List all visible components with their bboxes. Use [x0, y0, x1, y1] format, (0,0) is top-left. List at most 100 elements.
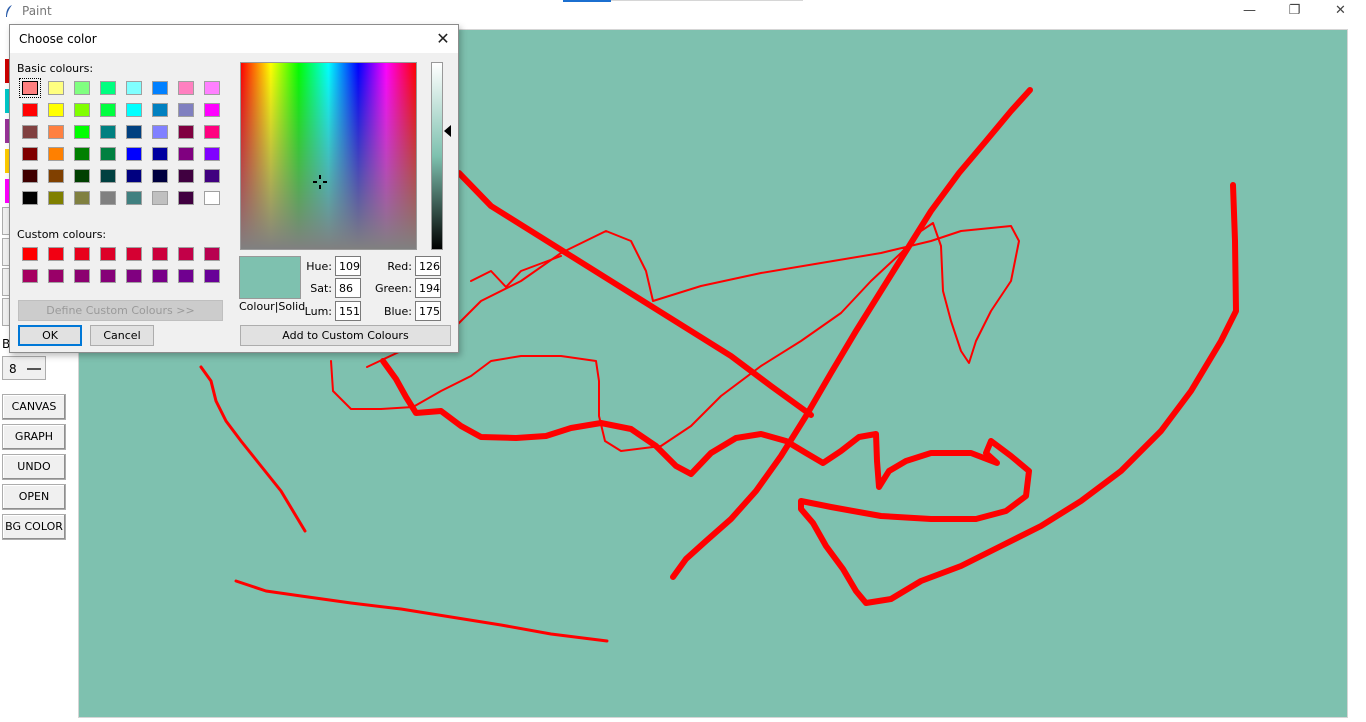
- basic-color-swatch[interactable]: [178, 125, 194, 139]
- basic-color-swatch[interactable]: [22, 125, 38, 139]
- basic-color-swatch[interactable]: [178, 147, 194, 161]
- minimize-icon[interactable]: —: [1227, 0, 1272, 24]
- blue-field[interactable]: 175: [415, 301, 441, 321]
- brush-size-spinner[interactable]: 8: [2, 356, 46, 380]
- basic-color-swatch[interactable]: [100, 103, 116, 117]
- stroke: [456, 170, 814, 418]
- basic-color-swatch[interactable]: [48, 125, 64, 139]
- canvas-button[interactable]: CANVAS: [2, 394, 66, 420]
- basic-color-swatch[interactable]: [48, 103, 64, 117]
- lum-field[interactable]: 151: [335, 301, 361, 321]
- ok-button[interactable]: OK: [18, 325, 82, 346]
- basic-color-swatch[interactable]: [100, 125, 116, 139]
- custom-color-swatch[interactable]: [178, 247, 194, 261]
- basic-color-swatch[interactable]: [22, 103, 38, 117]
- open-button[interactable]: OPEN: [2, 484, 66, 510]
- basic-color-swatch[interactable]: [48, 191, 64, 205]
- custom-color-swatch[interactable]: [178, 269, 194, 283]
- basic-color-swatch[interactable]: [126, 169, 142, 183]
- cancel-button[interactable]: Cancel: [90, 325, 154, 346]
- basic-color-swatch[interactable]: [48, 81, 64, 95]
- hue-field[interactable]: 109: [335, 256, 361, 276]
- basic-color-swatch[interactable]: [204, 169, 220, 183]
- custom-color-swatch[interactable]: [152, 247, 168, 261]
- custom-color-swatch[interactable]: [100, 247, 116, 261]
- basic-color-swatch[interactable]: [100, 147, 116, 161]
- basic-color-swatch[interactable]: [74, 147, 90, 161]
- graph-button[interactable]: GRAPH: [2, 424, 66, 450]
- custom-color-swatch[interactable]: [48, 247, 64, 261]
- basic-color-swatch[interactable]: [48, 169, 64, 183]
- basic-color-swatch[interactable]: [126, 125, 142, 139]
- basic-color-swatch[interactable]: [152, 81, 168, 95]
- basic-color-swatch[interactable]: [178, 103, 194, 117]
- window-title: Paint: [22, 4, 52, 18]
- basic-color-swatch[interactable]: [126, 191, 142, 205]
- basic-color-swatch[interactable]: [22, 169, 38, 183]
- custom-color-swatch[interactable]: [48, 269, 64, 283]
- define-custom-colours-button[interactable]: Define Custom Colours >>: [18, 300, 223, 321]
- basic-color-swatch[interactable]: [178, 169, 194, 183]
- basic-color-swatch[interactable]: [204, 191, 220, 205]
- basic-color-swatch[interactable]: [178, 81, 194, 95]
- luminosity-bar[interactable]: [431, 62, 443, 250]
- basic-color-swatch[interactable]: [152, 169, 168, 183]
- close-icon[interactable]: ✕: [428, 25, 458, 53]
- basic-color-swatch[interactable]: [74, 191, 90, 205]
- color-preview: [239, 256, 301, 299]
- custom-color-swatch[interactable]: [126, 269, 142, 283]
- stroke: [199, 365, 307, 533]
- basic-color-swatch[interactable]: [48, 147, 64, 161]
- basic-color-swatch[interactable]: [74, 103, 90, 117]
- red-field[interactable]: 126: [415, 256, 441, 276]
- custom-color-swatch[interactable]: [22, 247, 38, 261]
- basic-color-swatch[interactable]: [204, 147, 220, 161]
- blue-label: Blue:: [383, 305, 412, 318]
- lum-label: Lum:: [304, 305, 332, 318]
- restore-icon[interactable]: ❐: [1272, 0, 1317, 24]
- basic-color-swatch[interactable]: [74, 169, 90, 183]
- custom-color-swatch[interactable]: [74, 269, 90, 283]
- basic-color-swatch[interactable]: [19, 78, 41, 98]
- green-label: Green:: [374, 282, 412, 295]
- color-spectrum[interactable]: [240, 62, 417, 250]
- custom-color-swatch[interactable]: [126, 247, 142, 261]
- custom-color-swatch[interactable]: [204, 247, 220, 261]
- basic-color-swatch[interactable]: [126, 147, 142, 161]
- close-icon[interactable]: ✕: [1318, 0, 1363, 24]
- basic-color-swatch[interactable]: [22, 147, 38, 161]
- custom-color-swatch[interactable]: [22, 269, 38, 283]
- basic-color-swatch[interactable]: [178, 191, 194, 205]
- basic-color-swatch[interactable]: [126, 81, 142, 95]
- custom-color-swatch[interactable]: [204, 269, 220, 283]
- bg-color-button[interactable]: BG COLOR: [2, 514, 66, 540]
- feather-icon: [6, 5, 12, 17]
- basic-color-swatch[interactable]: [204, 81, 220, 95]
- basic-color-swatch[interactable]: [100, 191, 116, 205]
- stroke: [380, 182, 1239, 606]
- basic-color-swatch[interactable]: [22, 191, 38, 205]
- custom-color-swatch[interactable]: [152, 269, 168, 283]
- basic-color-swatch[interactable]: [204, 103, 220, 117]
- custom-color-swatch[interactable]: [100, 269, 116, 283]
- basic-color-swatch[interactable]: [100, 81, 116, 95]
- luminosity-arrow-icon[interactable]: [444, 125, 451, 137]
- basic-color-swatch[interactable]: [152, 103, 168, 117]
- basic-color-swatch[interactable]: [152, 191, 168, 205]
- basic-color-swatch[interactable]: [126, 103, 142, 117]
- basic-color-swatch[interactable]: [74, 81, 90, 95]
- basic-color-swatch[interactable]: [152, 147, 168, 161]
- basic-color-swatch[interactable]: [100, 169, 116, 183]
- title-bar: Paint — ❐ ✕: [0, 0, 1366, 24]
- basic-colours-label: Basic colours:: [17, 62, 94, 75]
- add-to-custom-colours-button[interactable]: Add to Custom Colours: [240, 325, 451, 346]
- green-field[interactable]: 194: [415, 278, 441, 298]
- stroke: [670, 87, 1033, 580]
- basic-color-swatch[interactable]: [204, 125, 220, 139]
- basic-color-swatch[interactable]: [74, 125, 90, 139]
- undo-button[interactable]: UNDO: [2, 454, 66, 480]
- basic-color-swatch[interactable]: [152, 125, 168, 139]
- sat-field[interactable]: 86: [335, 278, 361, 298]
- custom-color-swatch[interactable]: [74, 247, 90, 261]
- colour-solid-label: Colour|Solid: [239, 300, 306, 313]
